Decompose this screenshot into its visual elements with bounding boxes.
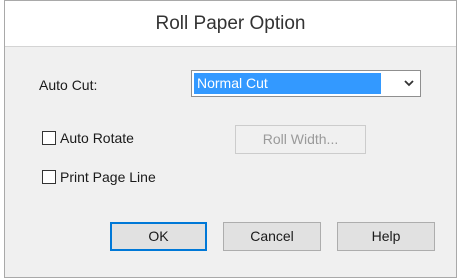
- auto-cut-selected-value: Normal Cut: [194, 73, 381, 94]
- dialog-body: Auto Cut: Normal Cut Auto Rotate Roll Wi…: [5, 47, 456, 277]
- chevron-down-icon: [404, 80, 414, 87]
- roll-width-button[interactable]: Roll Width...: [235, 125, 366, 154]
- help-button[interactable]: Help: [337, 222, 435, 251]
- auto-cut-label: Auto Cut:: [39, 77, 98, 93]
- auto-rotate-label[interactable]: Auto Rotate: [60, 130, 134, 146]
- ok-button[interactable]: OK: [110, 222, 207, 251]
- roll-paper-option-dialog: Roll Paper Option Auto Cut: Normal Cut A…: [4, 0, 457, 278]
- print-page-line-checkbox[interactable]: [42, 170, 56, 184]
- auto-rotate-checkbox[interactable]: [42, 131, 56, 145]
- dialog-title: Roll Paper Option: [155, 13, 306, 34]
- title-bar: Roll Paper Option: [5, 1, 456, 47]
- print-page-line-label[interactable]: Print Page Line: [60, 169, 156, 185]
- auto-cut-dropdown[interactable]: Normal Cut: [191, 70, 421, 97]
- cancel-button[interactable]: Cancel: [223, 222, 321, 251]
